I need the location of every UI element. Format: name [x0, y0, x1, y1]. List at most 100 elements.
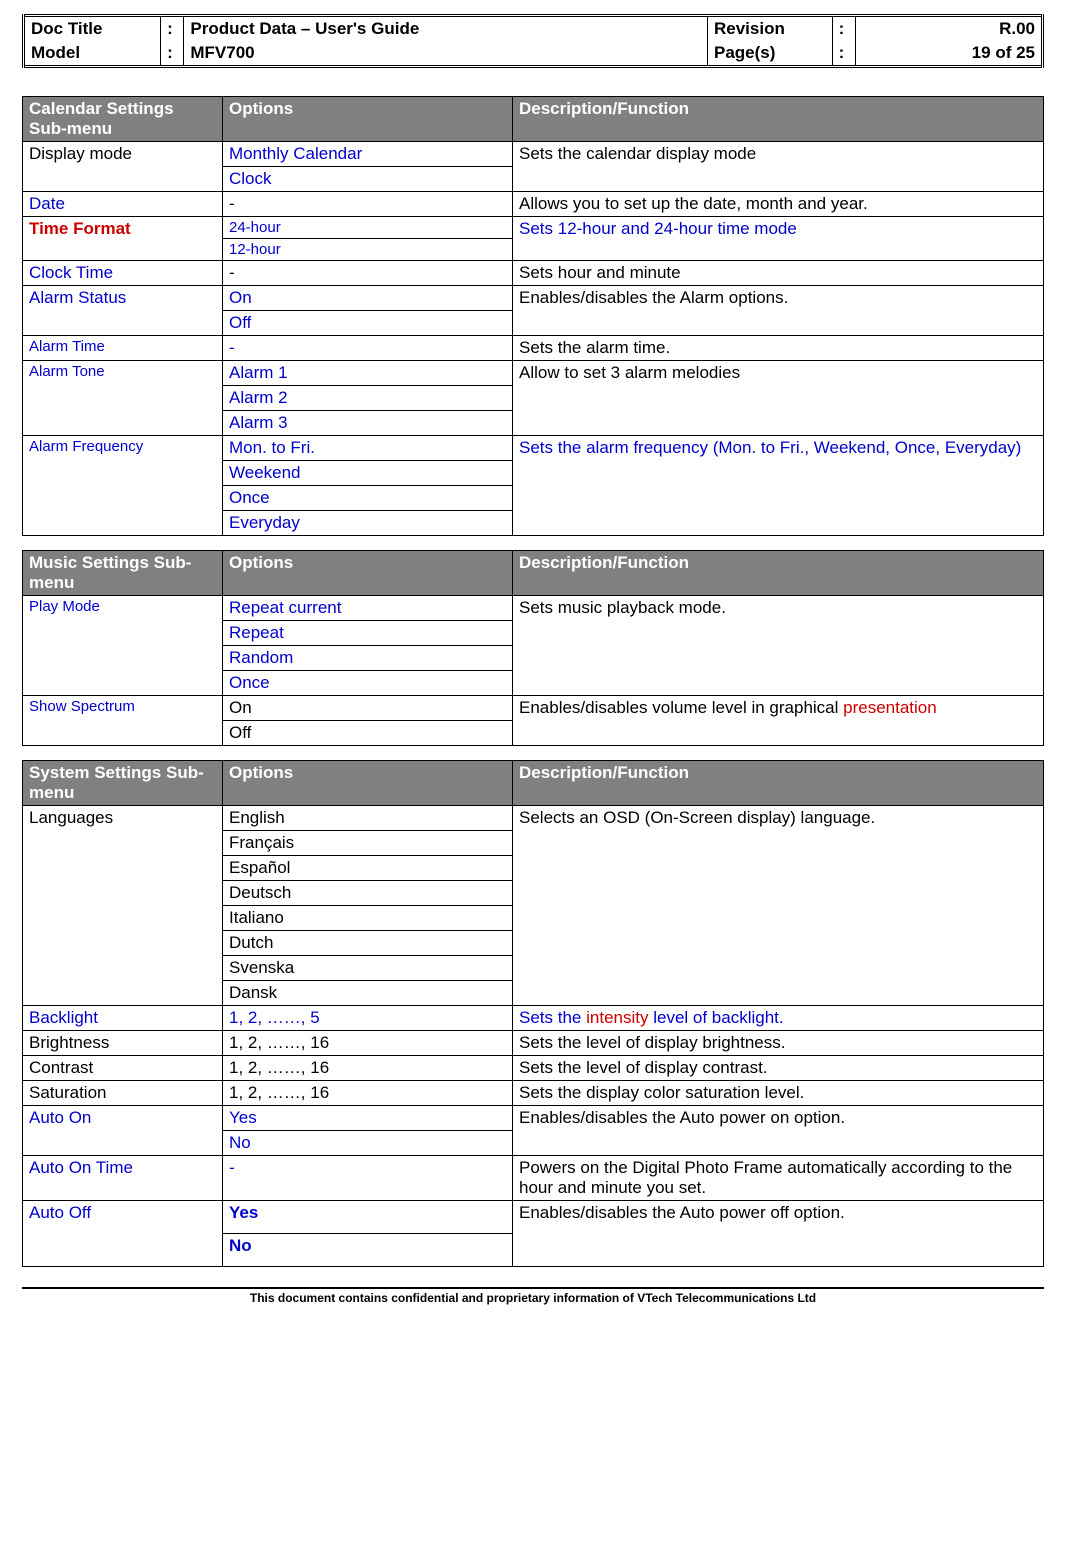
opt-once: Once	[223, 671, 513, 696]
opt-saturation: 1, 2, ……, 16	[223, 1081, 513, 1106]
col-header-options: Options	[223, 551, 513, 596]
desc-saturation: Sets the display color saturation level.	[513, 1081, 1044, 1106]
hdr-pages: 19 of 25	[855, 41, 1042, 67]
opt-espanol: Español	[223, 856, 513, 881]
opt-on: On	[223, 696, 513, 721]
opt-english: English	[223, 806, 513, 831]
row-clock-time: Clock Time	[23, 261, 223, 286]
desc-time-format: Sets 12-hour and 24-hour time mode	[513, 217, 1044, 261]
opt-clock: Clock	[223, 167, 513, 192]
row-time-format: Time Format	[23, 217, 223, 261]
opt-24hour: 24-hour	[223, 217, 513, 239]
doc-header: Doc Title : Product Data – User's Guide …	[22, 14, 1044, 68]
desc-auto-off: Enables/disables the Auto power off opti…	[513, 1201, 1044, 1267]
desc-alarm-frequency: Sets the alarm frequency (Mon. to Fri., …	[513, 436, 1044, 536]
opt-off: Off	[223, 311, 513, 336]
opt-monthly-calendar: Monthly Calendar	[223, 142, 513, 167]
row-languages: Languages	[23, 806, 223, 1006]
row-contrast: Contrast	[23, 1056, 223, 1081]
opt-weekend: Weekend	[223, 461, 513, 486]
opt-alarm-time: -	[223, 336, 513, 361]
opt-svenska: Svenska	[223, 956, 513, 981]
opt-alarm1: Alarm 1	[223, 361, 513, 386]
opt-dutch: Dutch	[223, 931, 513, 956]
hdr-doc-title-label: Doc Title	[24, 16, 161, 42]
desc-date: Allows you to set up the date, month and…	[513, 192, 1044, 217]
row-backlight: Backlight	[23, 1006, 223, 1031]
col-header-desc: Description/Function	[513, 761, 1044, 806]
col-header-submenu: Calendar Settings Sub-menu	[23, 97, 223, 142]
opt-auto-on-time: -	[223, 1156, 513, 1201]
opt-brightness: 1, 2, ……, 16	[223, 1031, 513, 1056]
opt-repeat-current: Repeat current	[223, 596, 513, 621]
hdr-colon: :	[832, 41, 855, 67]
desc-auto-on-time: Powers on the Digital Photo Frame automa…	[513, 1156, 1044, 1201]
hdr-pages-label: Page(s)	[708, 41, 833, 67]
col-header-submenu: System Settings Sub-menu	[23, 761, 223, 806]
system-settings-table: System Settings Sub-menu Options Descrip…	[22, 760, 1044, 1267]
opt-no: No	[223, 1234, 513, 1267]
col-header-desc: Description/Function	[513, 551, 1044, 596]
opt-alarm2: Alarm 2	[223, 386, 513, 411]
row-auto-on: Auto On	[23, 1106, 223, 1156]
desc-contrast: Sets the level of display contrast.	[513, 1056, 1044, 1081]
opt-francais: Français	[223, 831, 513, 856]
desc-alarm-time: Sets the alarm time.	[513, 336, 1044, 361]
row-alarm-tone: Alarm Tone	[23, 361, 223, 436]
opt-mon-fri: Mon. to Fri.	[223, 436, 513, 461]
music-settings-table: Music Settings Sub-menu Options Descript…	[22, 550, 1044, 746]
row-display-mode: Display mode	[23, 142, 223, 192]
opt-deutsch: Deutsch	[223, 881, 513, 906]
desc-display-mode: Sets the calendar display mode	[513, 142, 1044, 192]
desc-show-spectrum: Enables/disables volume level in graphic…	[513, 696, 1044, 746]
opt-12hour: 12-hour	[223, 239, 513, 261]
desc-clock-time: Sets hour and minute	[513, 261, 1044, 286]
row-auto-on-time: Auto On Time	[23, 1156, 223, 1201]
opt-alarm3: Alarm 3	[223, 411, 513, 436]
opt-no: No	[223, 1131, 513, 1156]
desc-languages: Selects an OSD (On-Screen display) langu…	[513, 806, 1044, 1006]
opt-contrast: 1, 2, ……, 16	[223, 1056, 513, 1081]
opt-once: Once	[223, 486, 513, 511]
row-auto-off: Auto Off	[23, 1201, 223, 1267]
calendar-settings-table: Calendar Settings Sub-menu Options Descr…	[22, 96, 1044, 536]
row-brightness: Brightness	[23, 1031, 223, 1056]
opt-off: Off	[223, 721, 513, 746]
hdr-colon: :	[161, 16, 184, 42]
desc-brightness: Sets the level of display brightness.	[513, 1031, 1044, 1056]
hdr-colon: :	[832, 16, 855, 42]
opt-on: On	[223, 286, 513, 311]
footer-divider: This document contains confidential and …	[22, 1287, 1044, 1305]
opt-random: Random	[223, 646, 513, 671]
col-header-submenu: Music Settings Sub-menu	[23, 551, 223, 596]
hdr-colon: :	[161, 41, 184, 67]
row-date: Date	[23, 192, 223, 217]
hdr-model-label: Model	[24, 41, 161, 67]
col-header-options: Options	[223, 97, 513, 142]
opt-yes: Yes	[223, 1201, 513, 1234]
opt-backlight: 1, 2, ……, 5	[223, 1006, 513, 1031]
row-show-spectrum: Show Spectrum	[23, 696, 223, 746]
desc-alarm-status: Enables/disables the Alarm options.	[513, 286, 1044, 336]
row-alarm-time: Alarm Time	[23, 336, 223, 361]
desc-auto-on: Enables/disables the Auto power on optio…	[513, 1106, 1044, 1156]
hdr-doc-title: Product Data – User's Guide	[184, 16, 708, 42]
row-alarm-status: Alarm Status	[23, 286, 223, 336]
opt-everyday: Everyday	[223, 511, 513, 536]
hdr-model: MFV700	[184, 41, 708, 67]
opt-repeat: Repeat	[223, 621, 513, 646]
hdr-revision: R.00	[855, 16, 1042, 42]
col-header-desc: Description/Function	[513, 97, 1044, 142]
opt-yes: Yes	[223, 1106, 513, 1131]
footer-text: This document contains confidential and …	[22, 1289, 1044, 1305]
row-play-mode: Play Mode	[23, 596, 223, 696]
row-saturation: Saturation	[23, 1081, 223, 1106]
opt-date: -	[223, 192, 513, 217]
desc-backlight: Sets the intensity level of backlight.	[513, 1006, 1044, 1031]
row-alarm-frequency: Alarm Frequency	[23, 436, 223, 536]
opt-italiano: Italiano	[223, 906, 513, 931]
opt-clock-time: -	[223, 261, 513, 286]
desc-play-mode: Sets music playback mode.	[513, 596, 1044, 696]
opt-dansk: Dansk	[223, 981, 513, 1006]
col-header-options: Options	[223, 761, 513, 806]
